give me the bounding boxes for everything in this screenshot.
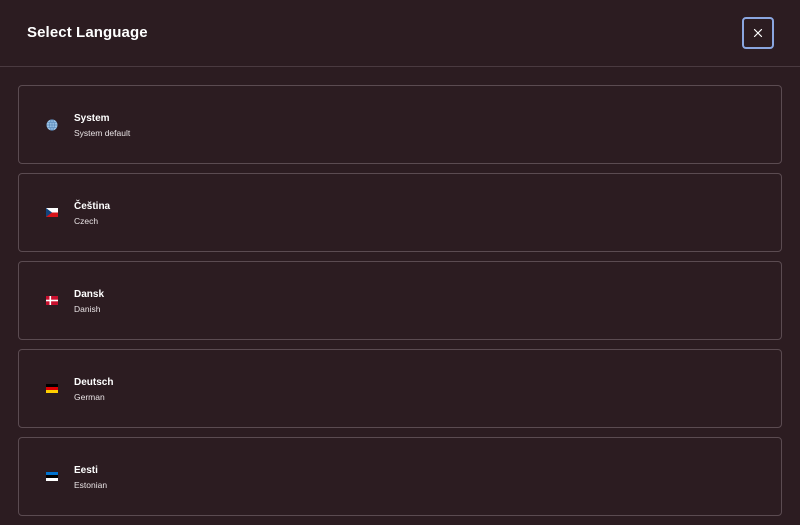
language-name: Čeština <box>74 201 111 212</box>
language-option-german[interactable]: Deutsch German <box>18 349 782 428</box>
language-option-danish[interactable]: Dansk Danish <box>18 261 782 340</box>
language-subtitle: Czech <box>74 216 99 226</box>
language-subtitle: Danish <box>74 304 101 314</box>
language-list: System System default Čeština Czech Dans… <box>18 85 782 525</box>
dialog-title: Select Language <box>27 24 148 41</box>
language-option-system[interactable]: System System default <box>18 85 782 164</box>
language-subtitle: German <box>74 392 105 402</box>
language-name: Deutsch <box>74 377 114 388</box>
close-button[interactable] <box>742 17 774 49</box>
language-subtitle: Estonian <box>74 480 108 490</box>
language-name: Dansk <box>74 289 105 300</box>
language-name: Eesti <box>74 465 98 476</box>
language-name: System <box>74 113 110 124</box>
german-flag-icon <box>46 384 58 394</box>
danish-flag-icon <box>46 296 58 306</box>
globe-icon <box>46 119 58 131</box>
close-icon <box>753 28 763 38</box>
language-option-estonian[interactable]: Eesti Estonian <box>18 437 782 516</box>
language-subtitle: System default <box>74 128 131 138</box>
language-option-czech[interactable]: Čeština Czech <box>18 173 782 252</box>
czech-flag-icon <box>46 208 58 218</box>
dialog-header: Select Language <box>0 0 800 67</box>
estonian-flag-icon <box>46 472 58 482</box>
